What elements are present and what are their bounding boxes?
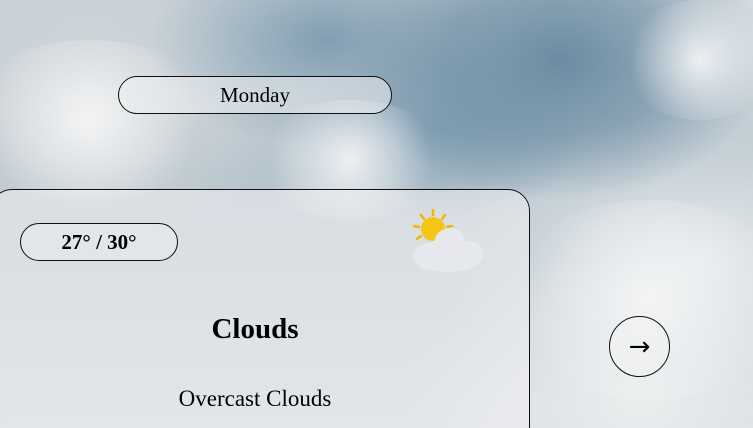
- weather-condition: Clouds: [211, 313, 299, 345]
- temperature-range-badge: 27° / 30°: [20, 223, 178, 261]
- arrow-right-icon: →: [628, 331, 651, 362]
- next-day-button[interactable]: →: [609, 316, 670, 377]
- day-label-text: Monday: [220, 82, 290, 107]
- temperature-range-text: 27° / 30°: [61, 229, 137, 254]
- partly-cloudy-icon: [412, 208, 483, 272]
- cloud-shape: [620, 0, 753, 120]
- day-label: Monday: [118, 76, 392, 114]
- weather-description: Overcast Clouds: [178, 386, 332, 411]
- cloud-shape: [0, 40, 220, 200]
